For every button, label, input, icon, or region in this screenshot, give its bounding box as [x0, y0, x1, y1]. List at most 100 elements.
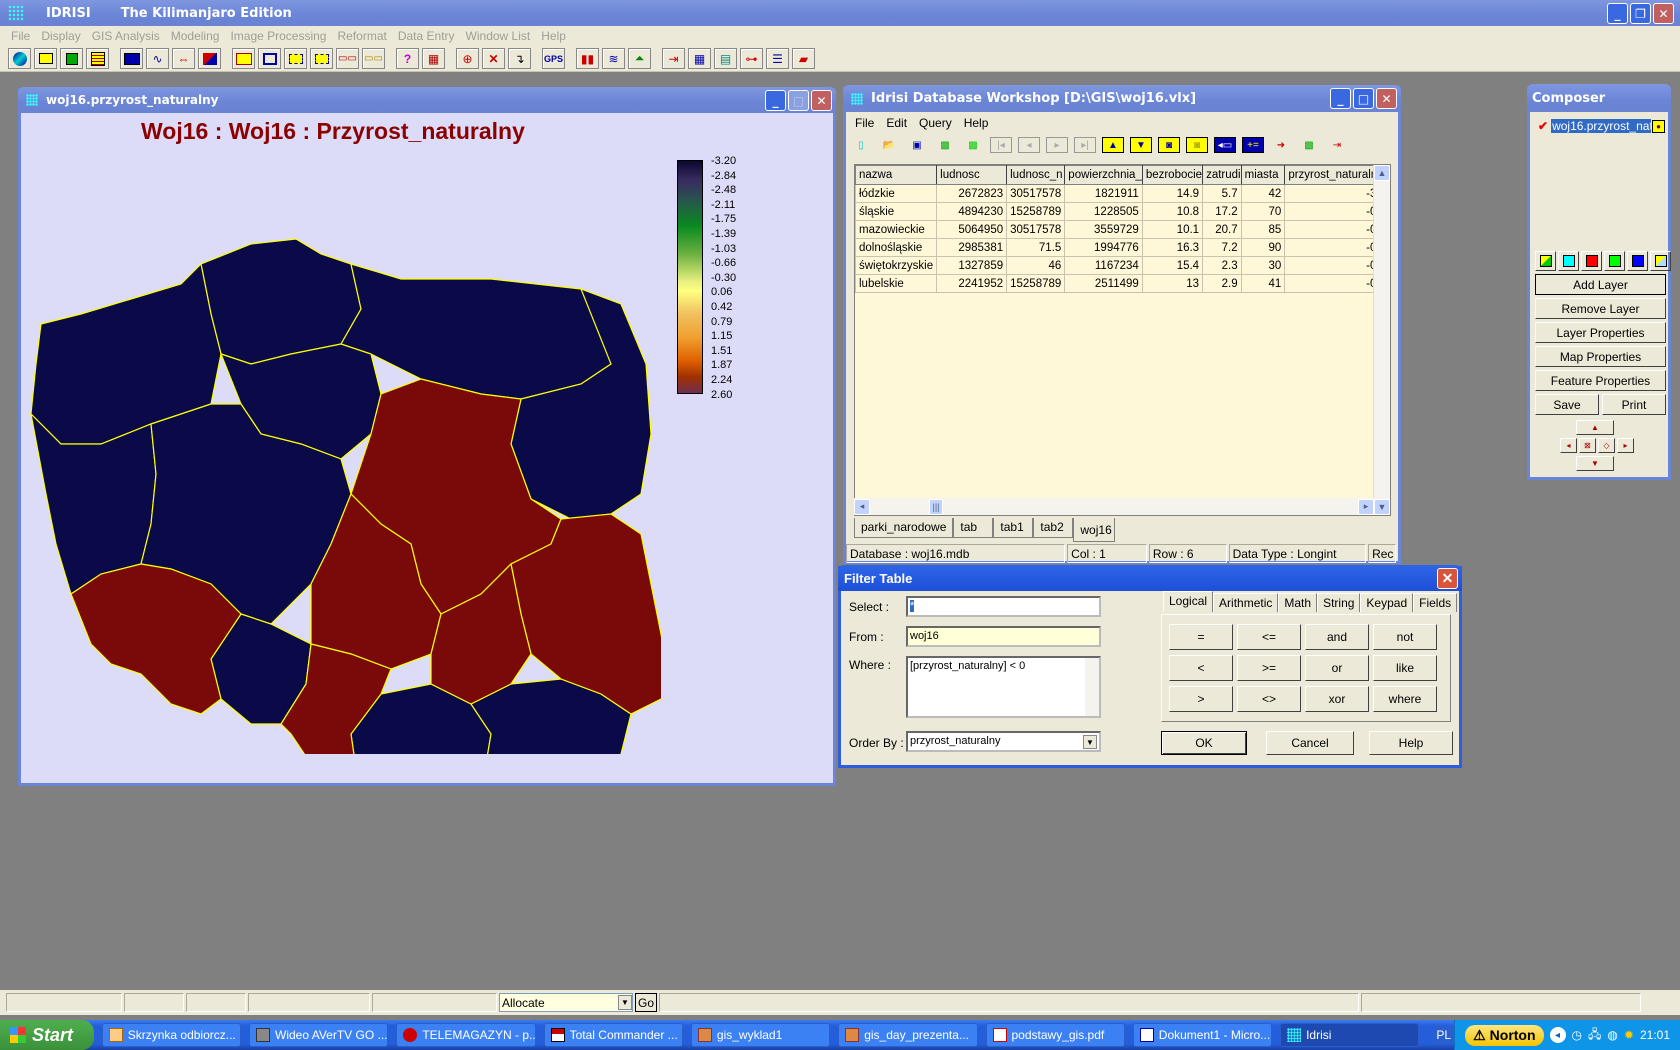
- scroll-up-button[interactable]: ▲: [1374, 165, 1390, 181]
- table-cell[interactable]: 46: [1006, 256, 1066, 275]
- column-header[interactable]: ludnosc_n: [1006, 165, 1066, 185]
- delete-icon[interactable]: ✕: [482, 48, 505, 69]
- menu-data-entry[interactable]: Data Entry: [398, 29, 455, 43]
- cursor-inquiry-icon[interactable]: ?: [396, 48, 419, 69]
- tab-math[interactable]: Math: [1278, 593, 1318, 612]
- table-row[interactable]: świętokrzyskie132785946116723415.42.330-…: [855, 256, 1390, 275]
- pan-up-button[interactable]: ▲: [1576, 420, 1614, 435]
- overlay-layer-icon[interactable]: [1650, 251, 1671, 271]
- table-cell[interactable]: mazowieckie: [855, 220, 938, 239]
- table-cell[interactable]: 90: [1240, 238, 1286, 257]
- composer-title-bar[interactable]: Composer: [1527, 84, 1671, 112]
- operator-not-button[interactable]: not: [1373, 624, 1437, 650]
- operator-not-equal-button[interactable]: <>: [1237, 686, 1301, 712]
- pan-right-button[interactable]: ▸: [1617, 438, 1634, 453]
- db-menu-query[interactable]: Query: [919, 116, 952, 130]
- network-icon[interactable]: 🖧: [1588, 1025, 1601, 1046]
- data-grid[interactable]: nazwa ludnosc ludnosc_n powierzchnia_ be…: [854, 164, 1391, 516]
- tab-woj16[interactable]: woj16: [1073, 518, 1116, 542]
- import-icon[interactable]: ⇥: [662, 48, 685, 69]
- calculate-icon[interactable]: +=: [1242, 137, 1264, 153]
- table-row[interactable]: łódzkie267282330517578182191114.95.742-3…: [855, 184, 1390, 203]
- menu-help[interactable]: Help: [541, 29, 566, 43]
- tab-parki-narodowe[interactable]: parki_narodowe: [854, 518, 954, 538]
- table-cell[interactable]: 15258789: [1006, 202, 1066, 221]
- where-scrollbar[interactable]: [1085, 658, 1099, 716]
- from-input[interactable]: woj16: [906, 626, 1101, 647]
- save-icon[interactable]: ▣: [906, 137, 928, 153]
- digitize-icon[interactable]: ∿: [146, 48, 169, 69]
- table-cell[interactable]: 1821911: [1064, 184, 1143, 203]
- wave-icon[interactable]: ≋: [602, 48, 625, 69]
- module-select[interactable]: Allocate ▼: [499, 993, 633, 1012]
- operator-or-button[interactable]: or: [1305, 655, 1369, 681]
- map-canvas[interactable]: [21, 114, 661, 754]
- ok-button[interactable]: OK: [1161, 731, 1247, 755]
- zoom-center-button[interactable]: ◇: [1598, 438, 1615, 453]
- operator-where-button[interactable]: where: [1373, 686, 1437, 712]
- chevron-down-icon[interactable]: ▼: [1083, 735, 1097, 749]
- scroll-left-button[interactable]: ◂: [854, 498, 870, 515]
- table-row[interactable]: dolnośląskie298538171.5199477616.37.290-…: [855, 238, 1390, 257]
- restore-button[interactable]: ❐: [1630, 3, 1651, 24]
- table-cell[interactable]: 15258789: [1006, 274, 1066, 293]
- remove-layer-button[interactable]: Remove Layer: [1535, 298, 1666, 319]
- menu-window-list[interactable]: Window List: [466, 29, 531, 43]
- menu-modeling[interactable]: Modeling: [171, 29, 220, 43]
- map-window-title-bar[interactable]: woj16.przyrost_naturalny _ □ ✕: [18, 87, 836, 113]
- maximize-button[interactable]: □: [788, 90, 809, 111]
- taskbar-item-idrisi[interactable]: Idrisi: [1280, 1023, 1420, 1047]
- table-cell[interactable]: 1228505: [1064, 202, 1143, 221]
- table-cell[interactable]: 13: [1141, 274, 1204, 293]
- table-cell[interactable]: 5.7: [1202, 184, 1242, 203]
- spreadsheet-icon[interactable]: ▤: [714, 48, 737, 69]
- add-layer-button[interactable]: Add Layer: [1535, 274, 1666, 295]
- blue-layer-icon[interactable]: [1627, 251, 1648, 271]
- display-launcher-icon[interactable]: [8, 48, 31, 69]
- clock-tray-icon[interactable]: ◷: [1572, 1028, 1582, 1042]
- taskbar-item-pdf[interactable]: podstawy_gis.pdf: [985, 1023, 1125, 1047]
- column-header[interactable]: bezrobocie: [1141, 165, 1204, 185]
- table-cell[interactable]: 2511499: [1064, 274, 1143, 293]
- tab-arithmetic[interactable]: Arithmetic: [1213, 593, 1279, 612]
- operator-like-button[interactable]: like: [1373, 655, 1437, 681]
- tab-fields[interactable]: Fields: [1413, 593, 1458, 612]
- world-icon[interactable]: ▩: [1298, 137, 1320, 153]
- layer-list-item[interactable]: ✔ woj16.przyrost_naturalny ●: [1538, 119, 1666, 133]
- menu-image-processing[interactable]: Image Processing: [230, 29, 326, 43]
- add-point-icon[interactable]: ⊕: [456, 48, 479, 69]
- cursor-table-icon[interactable]: ▦: [422, 48, 445, 69]
- table-cell[interactable]: 2241952: [936, 274, 1008, 293]
- save-button[interactable]: Save: [1535, 394, 1599, 415]
- new-file-icon[interactable]: ▯: [850, 137, 872, 153]
- operator-greater-than-button[interactable]: >: [1169, 686, 1233, 712]
- layer-properties-button[interactable]: Layer Properties: [1535, 322, 1666, 343]
- pan-icon[interactable]: ⇔: [172, 48, 195, 69]
- db-menu-edit[interactable]: Edit: [886, 116, 907, 130]
- list-icon[interactable]: ☰: [766, 48, 789, 69]
- tab-logical[interactable]: Logical: [1163, 591, 1214, 612]
- layers-icon[interactable]: [198, 48, 221, 69]
- export-icon[interactable]: ⇥: [1326, 137, 1348, 153]
- checkmark-icon[interactable]: ✔: [1538, 119, 1548, 133]
- feature-properties-button[interactable]: Feature Properties: [1535, 370, 1666, 391]
- first-record-icon[interactable]: |◂: [990, 137, 1012, 153]
- minimize-button[interactable]: _: [765, 90, 786, 111]
- table-cell[interactable]: łódzkie: [855, 184, 938, 203]
- minimize-button[interactable]: _: [1330, 88, 1351, 109]
- world-map-icon[interactable]: [120, 48, 143, 69]
- table-cell[interactable]: 5064950: [936, 220, 1008, 239]
- table-cell[interactable]: 42: [1240, 184, 1286, 203]
- zoom-full-button[interactable]: ⊠: [1579, 438, 1596, 453]
- tray-expand-icon[interactable]: ◂: [1549, 1027, 1566, 1043]
- table-cell[interactable]: lubelskie: [855, 274, 938, 293]
- group-link-icon[interactable]: ▭▭: [336, 48, 359, 69]
- surface-icon[interactable]: ⏶: [628, 48, 651, 69]
- table-cell[interactable]: 30517578: [1006, 220, 1066, 239]
- close-button[interactable]: ✕: [1653, 3, 1674, 24]
- model-icon[interactable]: ⊶: [740, 48, 763, 69]
- sort-descending-icon[interactable]: ▼: [1130, 137, 1152, 153]
- taskbar-item-opera[interactable]: TELEMAGAZYN - p...: [396, 1023, 536, 1047]
- menu-display[interactable]: Display: [41, 29, 80, 43]
- taskbar-item-avertv[interactable]: Wideo AVerTV GO ...: [249, 1023, 389, 1047]
